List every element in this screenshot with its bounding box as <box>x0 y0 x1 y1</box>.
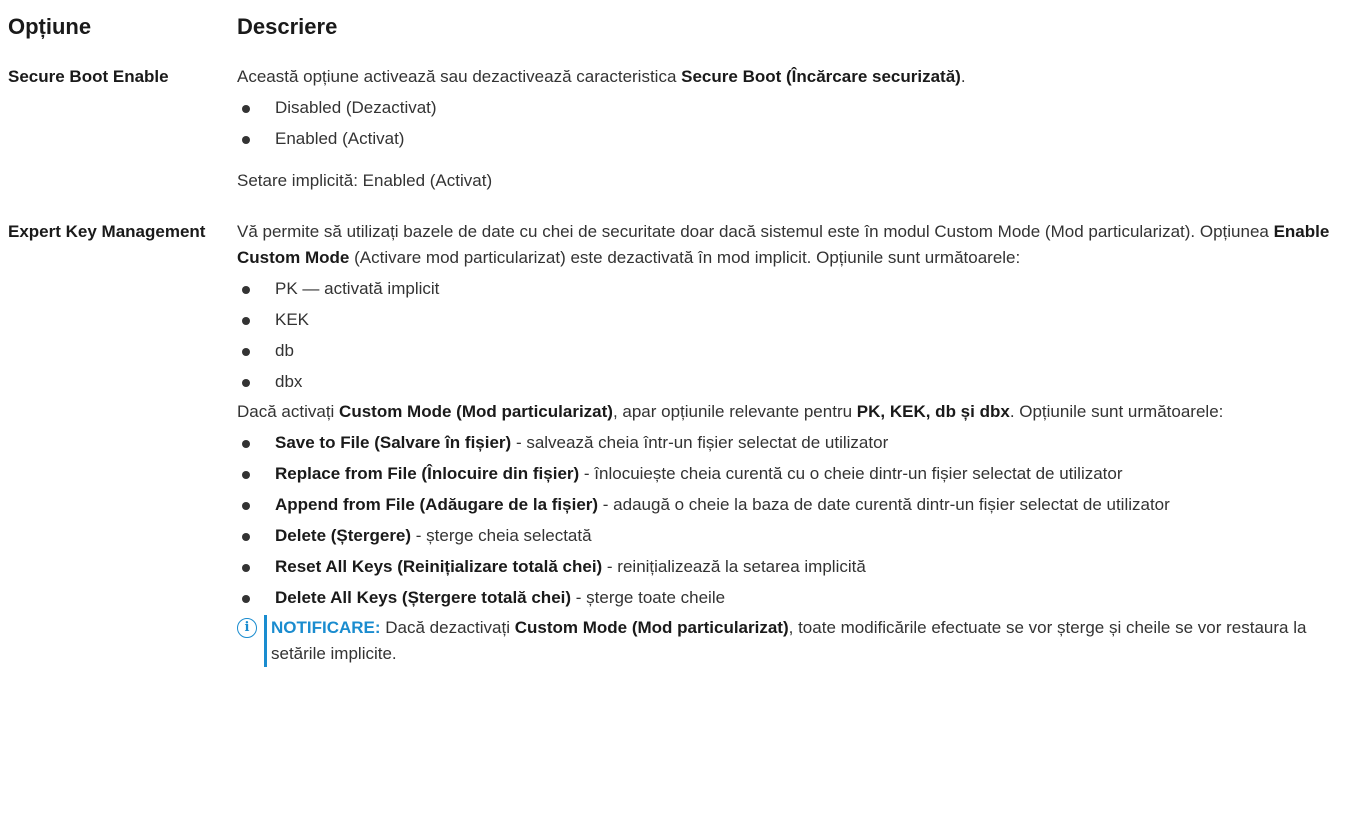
column-header-option: Opțiune <box>8 14 92 39</box>
bold-text: Delete (Ștergere) <box>275 526 412 545</box>
list-item: db <box>237 338 1352 364</box>
text: - șterge toate cheile <box>571 588 726 607</box>
description-paragraph: Această opțiune activează sau dezactivea… <box>237 64 1352 90</box>
text: Dacă activați <box>237 402 340 421</box>
info-icon: i <box>237 618 257 638</box>
description-paragraph: Dacă activați Custom Mode (Mod particula… <box>237 399 1352 425</box>
bold-text: Custom Mode (Mod particularizat) <box>339 402 613 421</box>
list-item: Delete All Keys (Ștergere totală chei) -… <box>237 585 1352 611</box>
option-description: Vă permite să utilizați bazele de date c… <box>237 219 1352 667</box>
text: , apar opțiunile relevante pentru <box>612 402 857 421</box>
text: . Opțiunile sunt următoarele: <box>1009 402 1224 421</box>
note-body: NOTIFICARE: Dacă dezactivați Custom Mode… <box>264 615 1352 667</box>
list-item: Enabled (Activat) <box>237 126 1352 152</box>
text: - adaugă o cheie la baza de date curentă… <box>598 495 1170 514</box>
bold-text: Append from File (Adăugare de la fișier) <box>275 495 599 514</box>
text: - șterge cheia selectată <box>411 526 592 545</box>
text: . <box>960 67 966 86</box>
list-item: KEK <box>237 307 1352 333</box>
option-description: Această opțiune activează sau dezactivea… <box>237 64 1352 194</box>
note-box: i NOTIFICARE: Dacă dezactivați Custom Mo… <box>237 615 1352 667</box>
list-item: Append from File (Adăugare de la fișier)… <box>237 492 1352 518</box>
list-item: Delete (Ștergere) - șterge cheia selecta… <box>237 523 1352 549</box>
list-item: Save to File (Salvare în fișier) - salve… <box>237 430 1352 456</box>
text: - salvează cheia într-un fișier selectat… <box>511 433 889 452</box>
option-name: Expert Key Management <box>8 222 206 241</box>
bold-text: Reset All Keys (Reinițializare totală ch… <box>275 557 603 576</box>
text: (Activare mod particularizat) este dezac… <box>349 248 1021 267</box>
bold-text: Secure Boot (Încărcare securizată) <box>681 67 961 86</box>
bold-text: Save to File (Salvare în fișier) <box>275 433 512 452</box>
text: Această opțiune activează sau dezactivea… <box>237 67 682 86</box>
text: - reinițializează la setarea implicită <box>602 557 866 576</box>
bullet-list: Save to File (Salvare în fișier) - salve… <box>237 430 1352 611</box>
list-item: Reset All Keys (Reinițializare totală ch… <box>237 554 1352 580</box>
text: - înlocuiește cheia curentă cu o cheie d… <box>579 464 1123 483</box>
bold-text: PK, KEK, db și dbx <box>856 402 1010 421</box>
text: Vă permite să utilizați bazele de date c… <box>237 222 1274 241</box>
bold-text: Custom Mode (Mod particularizat) <box>514 618 789 637</box>
list-item: PK — activată implicit <box>237 276 1352 302</box>
description-paragraph: Vă permite să utilizați bazele de date c… <box>237 219 1352 271</box>
bullet-list: PK — activată implicit KEK db dbx <box>237 276 1352 395</box>
default-setting: Setare implicită: Enabled (Activat) <box>237 171 493 190</box>
option-name: Secure Boot Enable <box>8 67 169 86</box>
document-page: Opțiune Descriere Secure Boot Enable Ace… <box>0 0 1365 825</box>
bold-text: Delete All Keys (Ștergere totală chei) <box>275 588 572 607</box>
bullet-list: Disabled (Dezactivat) Enabled (Activat) <box>237 95 1352 152</box>
list-item: dbx <box>237 369 1352 395</box>
column-header-description: Descriere <box>237 14 338 39</box>
bold-text: Replace from File (Înlocuire din fișier) <box>275 464 580 483</box>
text: Dacă dezactivați <box>380 618 515 637</box>
note-label: NOTIFICARE: <box>271 618 381 637</box>
list-item: Disabled (Dezactivat) <box>237 95 1352 121</box>
list-item: Replace from File (Înlocuire din fișier)… <box>237 461 1352 487</box>
